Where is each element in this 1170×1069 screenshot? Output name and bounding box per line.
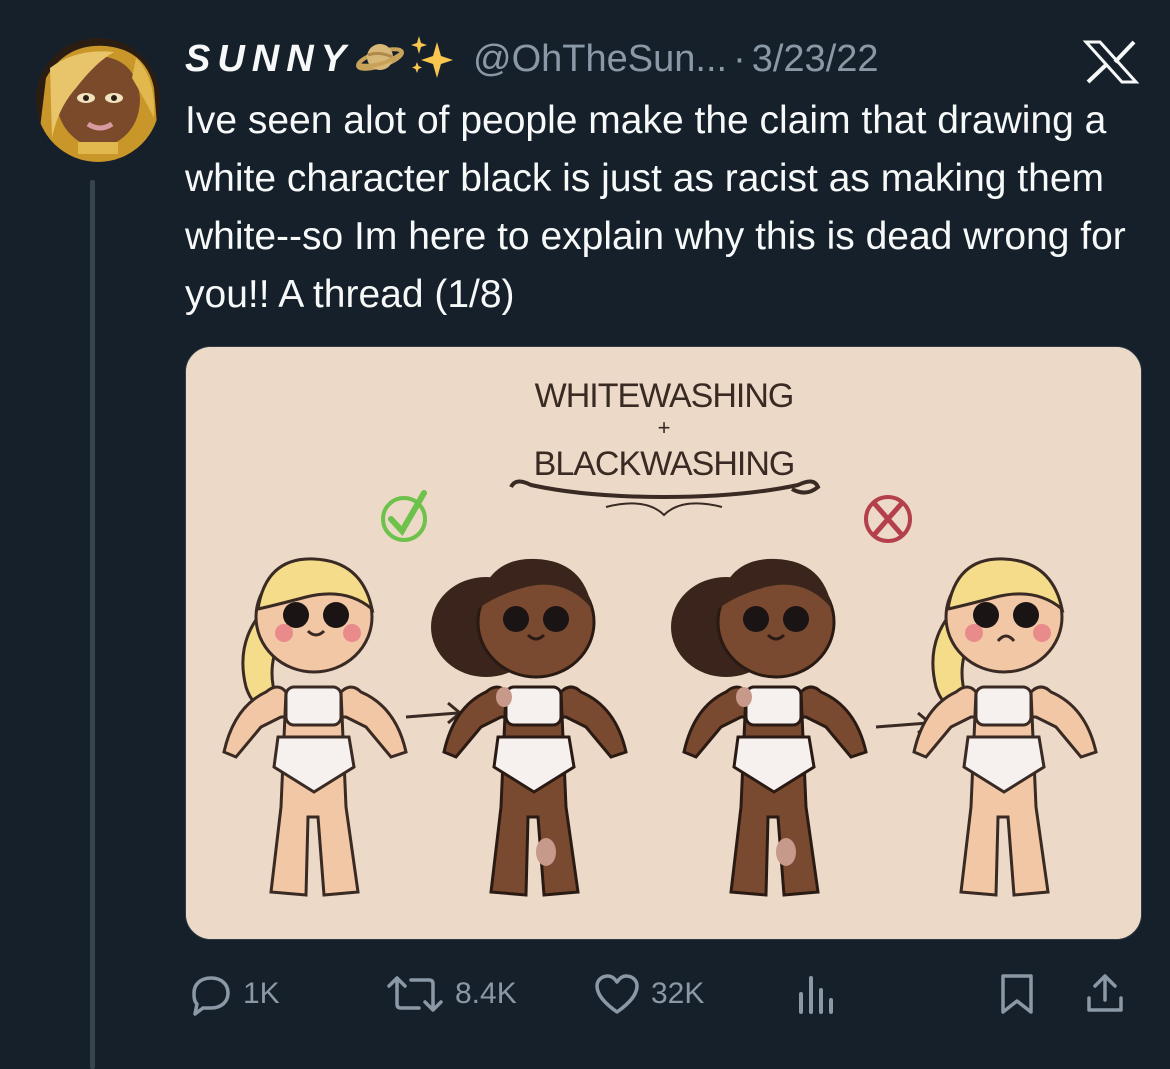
- x-logo-icon[interactable]: [1082, 40, 1140, 84]
- like-count: 32K: [651, 977, 705, 1010]
- retweet-count: 8.4K: [455, 977, 517, 1010]
- reply-icon: [192, 976, 230, 1016]
- like-button[interactable]: 32K: [593, 966, 704, 1022]
- bookmark-button[interactable]: [997, 966, 1037, 1022]
- thread-line: [90, 180, 95, 1069]
- reply-count: 1K: [243, 977, 280, 1010]
- retweet-icon: [387, 976, 443, 1012]
- reply-button[interactable]: 1K: [189, 966, 280, 1022]
- tweet-media-image[interactable]: WHITEWASHING + BLACKWASHING: [185, 346, 1142, 940]
- tweet-date[interactable]: 3/23/22: [752, 38, 879, 81]
- heart-icon: [595, 974, 639, 1014]
- sparkles-icon: [407, 34, 455, 85]
- tweet-text: Ive seen alot of people make the claim t…: [185, 99, 1126, 316]
- avatar[interactable]: [36, 38, 160, 162]
- user-handle[interactable]: @OhTheSun...: [473, 38, 727, 81]
- media-title-line1: WHITEWASHING: [535, 377, 794, 415]
- views-icon: [799, 976, 833, 1014]
- views-button[interactable]: [793, 966, 837, 1022]
- media-title-line2: BLACKWASHING: [534, 445, 795, 483]
- action-bar: 1K 8.4K 32K: [185, 966, 1145, 1022]
- retweet-button[interactable]: 8.4K: [385, 966, 517, 1022]
- tweet-header: SUNNY @OhTheSun... · 3/23/22: [185, 34, 879, 84]
- display-name[interactable]: SUNNY: [185, 38, 353, 81]
- bookmark-icon: [1001, 974, 1033, 1014]
- saturn-icon: [355, 35, 405, 84]
- separator-dot: ·: [733, 37, 746, 80]
- share-icon: [1087, 974, 1123, 1012]
- illustration: WHITEWASHING + BLACKWASHING: [186, 347, 1141, 939]
- media-title-plus: +: [658, 415, 671, 440]
- avatar-image: [36, 38, 160, 162]
- share-button[interactable]: [1085, 966, 1125, 1022]
